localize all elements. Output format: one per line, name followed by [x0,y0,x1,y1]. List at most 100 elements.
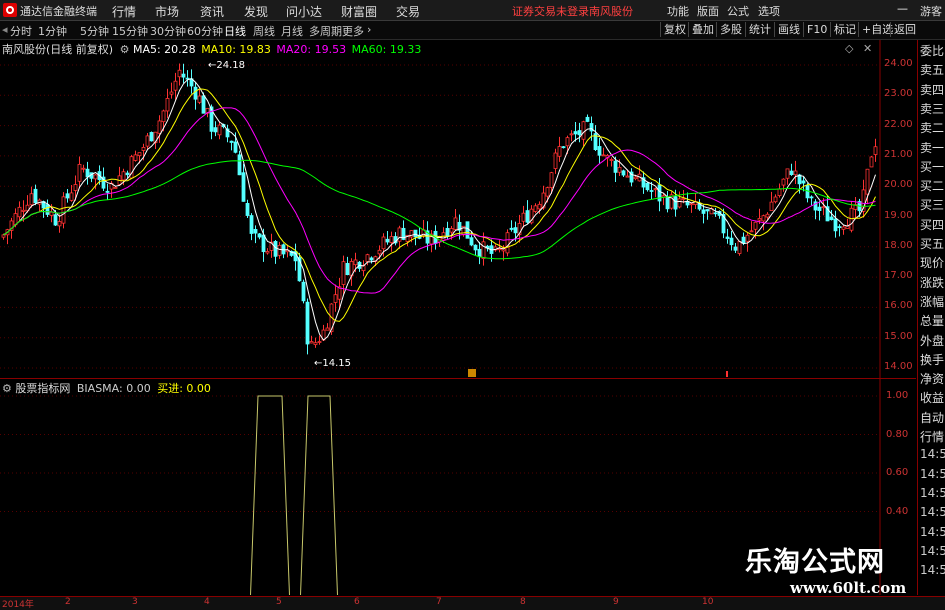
btn-back[interactable]: 返回 [890,22,919,37]
side-panel-item: 买五 [920,237,945,251]
menu-exchange[interactable]: 市场 [155,3,179,20]
ma20-label: MA20: 19.53 [276,43,347,56]
candle-body [533,205,538,212]
candle-body [801,180,806,184]
indicator-gear-icon[interactable]: ⚙ [2,382,12,395]
btn-draw[interactable]: 画线 [774,22,803,37]
candle-body [265,251,270,254]
side-panel-item[interactable]: 自动 [920,409,945,426]
menu-formula[interactable]: 公式 [727,3,749,19]
menu-ask[interactable]: 问小达 [286,3,322,20]
watermark-title: 乐淘公式网 [745,547,885,578]
menu-wealth[interactable]: 财富圈 [341,3,377,20]
candle-body [57,221,62,227]
kline-chart-panel[interactable]: 南风股份(日线 前复权) ⚙ MA5: 20.28 MA10: 19.83 MA… [0,40,916,378]
candle-body [389,236,394,244]
side-panel-item: 14:50 [920,524,945,539]
period-multi[interactable]: 多周期 [309,23,342,39]
chart-close-icon[interactable]: ✕ [863,42,872,55]
btn-multi-stock[interactable]: 多股 [716,22,745,37]
login-warning[interactable]: 证券交易未登录 [512,3,589,19]
candle-body [573,131,578,135]
candle-body [581,121,586,140]
side-panel-item: 涨幅 [920,294,945,309]
menu-discover[interactable]: 发现 [244,3,268,20]
settings-gear-icon[interactable]: ⚙ [120,43,130,56]
candle-body [305,301,310,345]
candle-body [325,327,330,331]
candle-body [785,168,790,179]
candle-body [585,116,590,122]
chart-title: 南风股份(日线 前复权) [2,43,114,56]
btn-mark[interactable]: 标记 [830,22,859,37]
high-price-label: ←24.18 [208,60,246,71]
candle-body [1,234,6,238]
menu-news[interactable]: 资讯 [200,3,224,20]
candle-body [49,211,54,216]
candle-body [765,213,770,218]
toolbar-left-arrow-icon[interactable]: ◂ [2,23,8,36]
candle-body [33,188,38,204]
side-panel-item: 14:50 [920,466,945,481]
ma10-label: MA10: 19.83 [201,43,271,56]
menu-layout[interactable]: 版面 [697,3,719,19]
btn-stats[interactable]: 统计 [745,22,774,37]
side-panel-item[interactable]: 行情 [920,428,945,445]
period-5min[interactable]: 5分钟 [80,23,109,39]
btn-overlay[interactable]: 叠加 [688,22,717,37]
candle-body [469,237,474,246]
biasma-label: BIASMA: 0.00 [76,382,151,395]
candle-body [737,240,742,254]
period-month[interactable]: 月线 [281,23,303,39]
time-axis-label: 8 [520,597,526,607]
chart-option-icon[interactable]: ◇ [845,42,853,55]
period-tick[interactable]: 分时 [10,23,32,39]
ma5-label: MA5: 20.28 [132,43,196,56]
indicator-title-row: ⚙ 股票指标网 BIASMA: 0.00 买进: 0.00 [2,380,211,396]
guest-label[interactable]: 游客 [920,3,942,19]
candle-body [261,234,266,253]
candle-body [521,212,526,222]
side-panel-item: 涨跌 [920,275,945,290]
candle-body [77,163,82,182]
kline-chart[interactable] [0,40,916,378]
period-15min[interactable]: 15分钟 [112,23,148,39]
time-axis-label: 2014年 [2,600,34,610]
candle-body [177,69,182,78]
event-marker-icon[interactable] [468,369,476,377]
period-more[interactable]: 更多 [342,23,364,39]
candle-body [653,188,658,191]
price-tick-label: 14.00 [884,361,913,372]
candle-body [553,152,558,169]
menu-market[interactable]: 行情 [112,3,136,20]
period-30min[interactable]: 30分钟 [150,23,186,39]
candle-body [833,218,838,232]
candle-body [869,156,874,168]
candle-body [125,172,130,176]
window-min-icon[interactable]: — [897,2,908,15]
price-tick-label: 18.00 [884,239,913,251]
period-60min[interactable]: 60分钟 [187,23,223,39]
candle-body [53,214,58,226]
candle-body [145,135,150,147]
candle-body [745,234,750,242]
candle-body [617,166,622,173]
btn-adjust[interactable]: 复权 [660,22,689,37]
time-axis-label: 2 [65,597,71,607]
candle-body [241,172,246,202]
period-1min[interactable]: 1分钟 [38,23,67,39]
period-week[interactable]: 周线 [253,23,275,39]
period-day[interactable]: 日线 [224,23,246,39]
menu-function[interactable]: 功能 [667,3,689,19]
more-arrow-icon[interactable]: › [367,23,371,36]
candle-body [201,95,206,114]
candle-body [453,217,458,230]
menu-trade[interactable]: 交易 [396,3,420,20]
btn-f10[interactable]: F10 [803,22,830,37]
time-axis-label: 4 [204,597,210,607]
candle-body [497,248,502,251]
menu-options[interactable]: 选项 [758,3,780,19]
candle-body [381,236,386,250]
candle-body [137,152,142,157]
candle-body [525,210,530,223]
